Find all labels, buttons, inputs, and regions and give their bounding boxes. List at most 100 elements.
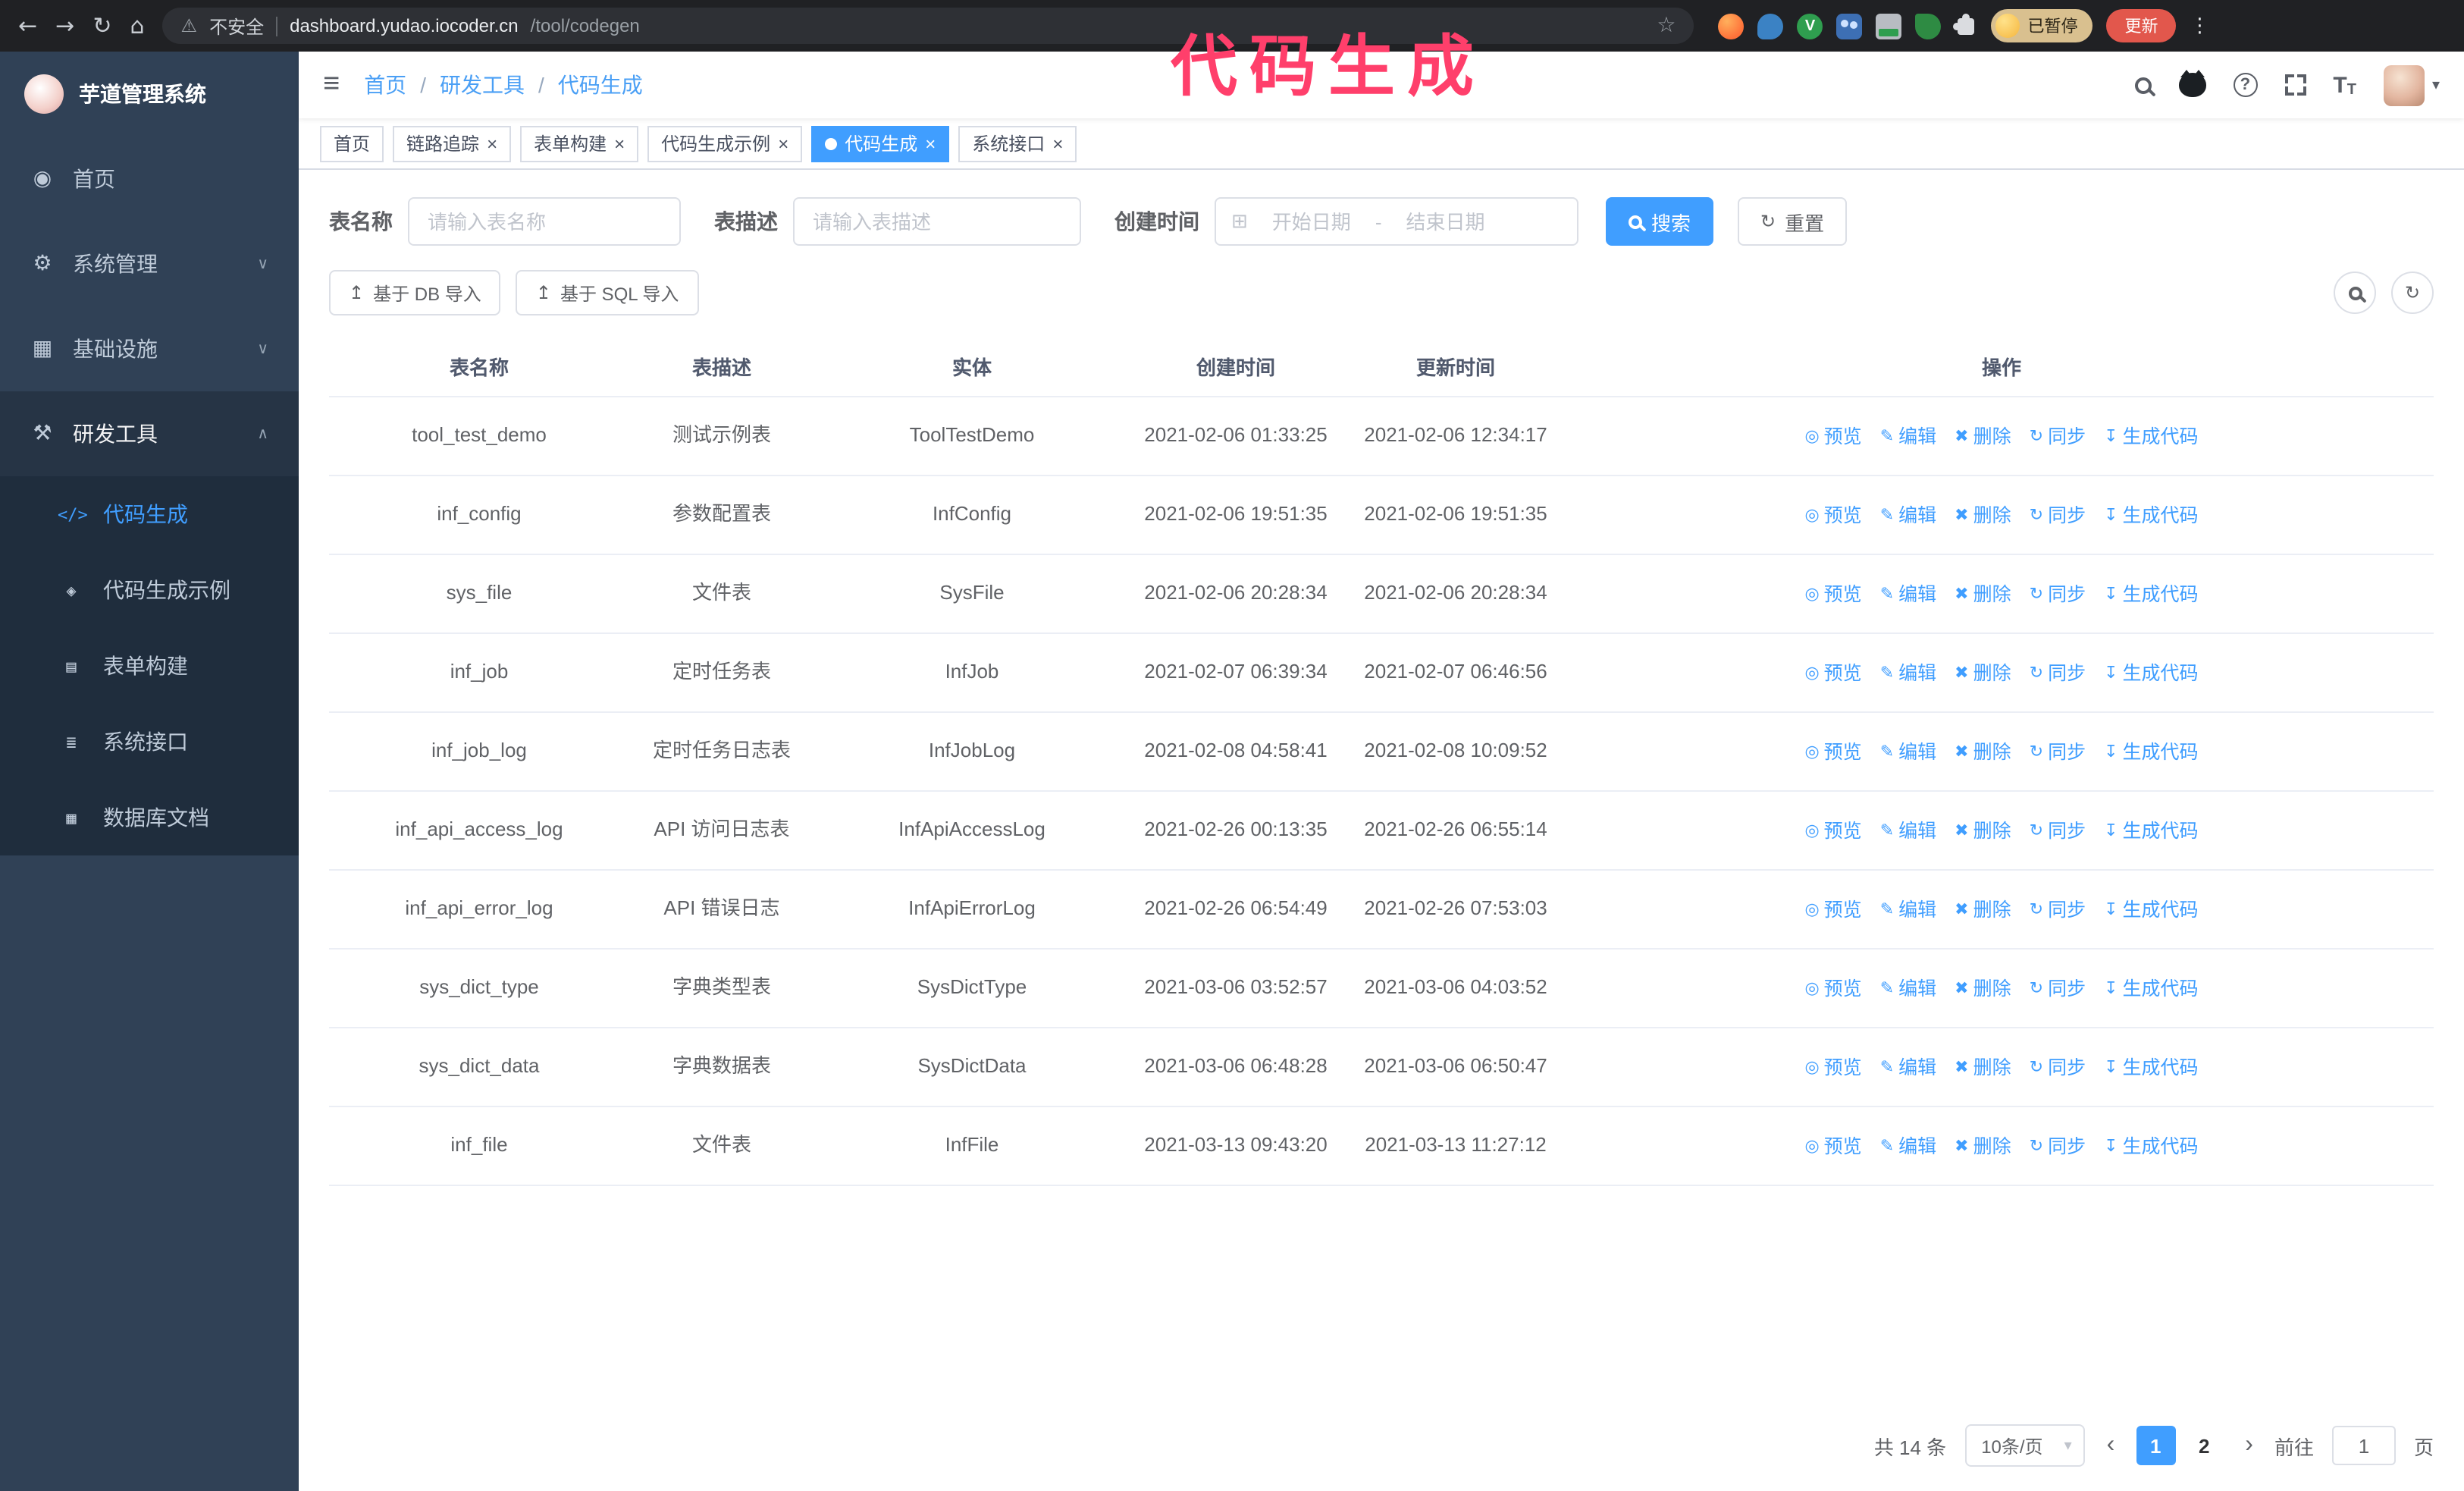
fullscreen-icon[interactable]	[2284, 74, 2306, 96]
sidebar-fold-icon[interactable]: ≡	[323, 68, 340, 102]
action-preview[interactable]: ◎ 预览	[1804, 739, 1861, 766]
browser-update-button[interactable]: 更新	[2106, 9, 2177, 42]
action-delete[interactable]: ✖ 删除	[1955, 975, 2011, 1003]
action-sync[interactable]: ↻ 同步	[2030, 818, 2086, 845]
sidebar-item-api[interactable]: ≣ 系统接口	[0, 704, 299, 780]
action-preview[interactable]: ◎ 预览	[1804, 423, 1861, 450]
reset-button[interactable]: ↻ 重置	[1738, 197, 1848, 246]
browser-reload-button[interactable]: ↻	[92, 14, 111, 37]
action-generate[interactable]: ↧ 生成代码	[2104, 660, 2198, 687]
action-sync[interactable]: ↻ 同步	[2030, 581, 2086, 608]
close-icon[interactable]: ×	[925, 134, 936, 152]
people-extension-icon[interactable]	[1836, 13, 1863, 39]
action-delete[interactable]: ✖ 删除	[1955, 739, 2011, 766]
action-sync[interactable]: ↻ 同步	[2030, 502, 2086, 529]
action-edit[interactable]: ✎ 编辑	[1880, 1133, 1936, 1160]
font-size-icon[interactable]: TT	[2333, 72, 2356, 98]
action-edit[interactable]: ✎ 编辑	[1880, 502, 1936, 529]
sidebar-item-system[interactable]: ⚙ 系统管理 ∨	[0, 221, 299, 306]
action-preview[interactable]: ◎ 预览	[1804, 818, 1861, 845]
table-name-input[interactable]	[408, 197, 681, 246]
extensions-puzzle-icon[interactable]	[1953, 13, 1975, 34]
search-button[interactable]: 搜索	[1606, 197, 1714, 246]
action-edit[interactable]: ✎ 编辑	[1880, 975, 1936, 1003]
action-delete[interactable]: ✖ 删除	[1955, 818, 2011, 845]
sidebar-item-codegen-example[interactable]: ◈ 代码生成示例	[0, 552, 299, 628]
help-icon[interactable]: ?	[2233, 73, 2258, 97]
end-date-input[interactable]	[1390, 210, 1500, 233]
sidebar-item-devtools[interactable]: ⚒ 研发工具 ∧	[0, 391, 299, 476]
action-delete[interactable]: ✖ 删除	[1955, 1054, 2011, 1081]
user-menu[interactable]: ▾	[2383, 64, 2440, 105]
github-icon[interactable]	[2178, 70, 2206, 97]
sidebar-item-infra[interactable]: ▦ 基础设施 ∨	[0, 306, 299, 391]
action-preview[interactable]: ◎ 预览	[1804, 581, 1861, 608]
action-sync[interactable]: ↻ 同步	[2030, 423, 2086, 450]
green-v-extension-icon[interactable]: V	[1797, 13, 1823, 39]
breadcrumb-devtools[interactable]: 研发工具	[440, 70, 525, 100]
browser-forward-button[interactable]: →	[55, 14, 74, 37]
action-sync[interactable]: ↻ 同步	[2030, 1054, 2086, 1081]
page-1-button[interactable]: 1	[2136, 1426, 2176, 1465]
page-2-button[interactable]: 2	[2184, 1426, 2224, 1465]
action-delete[interactable]: ✖ 删除	[1955, 423, 2011, 450]
browser-menu-icon[interactable]: ⋮	[2190, 14, 2210, 38]
action-preview[interactable]: ◎ 预览	[1804, 975, 1861, 1003]
action-generate[interactable]: ↧ 生成代码	[2104, 739, 2198, 766]
tab-form-build[interactable]: 表单构建 ×	[520, 125, 639, 162]
browser-home-button[interactable]: ⌂	[130, 14, 144, 37]
close-icon[interactable]: ×	[1052, 134, 1063, 152]
card-extension-icon[interactable]	[1876, 13, 1902, 39]
tab-codegen-example[interactable]: 代码生成示例 ×	[647, 125, 803, 162]
close-icon[interactable]: ×	[487, 134, 497, 152]
import-db-button[interactable]: ↥ 基于 DB 导入	[329, 270, 501, 315]
toggle-search-button[interactable]	[2334, 272, 2376, 314]
fox-extension-icon[interactable]	[1718, 13, 1745, 39]
action-delete[interactable]: ✖ 删除	[1955, 581, 2011, 608]
action-generate[interactable]: ↧ 生成代码	[2104, 581, 2198, 608]
bookmark-star-icon[interactable]: ☆	[1657, 14, 1676, 38]
action-edit[interactable]: ✎ 编辑	[1880, 660, 1936, 687]
tab-home[interactable]: 首页	[320, 125, 384, 162]
browser-profile-chip[interactable]: 已暂停	[1991, 9, 2093, 42]
tab-codegen[interactable]: 代码生成 ×	[811, 125, 950, 162]
action-generate[interactable]: ↧ 生成代码	[2104, 975, 2198, 1003]
action-sync[interactable]: ↻ 同步	[2030, 896, 2086, 924]
next-page-button[interactable]: ›	[2242, 1433, 2256, 1458]
refresh-table-button[interactable]: ↻	[2391, 272, 2434, 314]
action-delete[interactable]: ✖ 删除	[1955, 660, 2011, 687]
action-generate[interactable]: ↧ 生成代码	[2104, 1133, 2198, 1160]
action-delete[interactable]: ✖ 删除	[1955, 896, 2011, 924]
action-edit[interactable]: ✎ 编辑	[1880, 739, 1936, 766]
create-time-range-picker[interactable]: ⊞ -	[1215, 197, 1578, 246]
tab-trace[interactable]: 链路追踪 ×	[393, 125, 512, 162]
breadcrumb-home[interactable]: 首页	[364, 70, 406, 100]
start-date-input[interactable]	[1256, 210, 1366, 233]
action-generate[interactable]: ↧ 生成代码	[2104, 896, 2198, 924]
sidebar-logo-row[interactable]: 芋道管理系统	[0, 52, 299, 137]
page-size-select[interactable]: 10条/页 ▾	[1964, 1424, 2086, 1467]
action-preview[interactable]: ◎ 预览	[1804, 1133, 1861, 1160]
action-sync[interactable]: ↻ 同步	[2030, 660, 2086, 687]
action-edit[interactable]: ✎ 编辑	[1880, 1054, 1936, 1081]
action-sync[interactable]: ↻ 同步	[2030, 1133, 2086, 1160]
action-preview[interactable]: ◎ 预览	[1804, 502, 1861, 529]
action-edit[interactable]: ✎ 编辑	[1880, 818, 1936, 845]
import-sql-button[interactable]: ↥ 基于 SQL 导入	[516, 270, 699, 315]
tab-api[interactable]: 系统接口 ×	[958, 125, 1077, 162]
action-edit[interactable]: ✎ 编辑	[1880, 423, 1936, 450]
sidebar-item-db-doc[interactable]: ▦ 数据库文档	[0, 780, 299, 855]
action-edit[interactable]: ✎ 编辑	[1880, 581, 1936, 608]
action-generate[interactable]: ↧ 生成代码	[2104, 502, 2198, 529]
action-sync[interactable]: ↻ 同步	[2030, 975, 2086, 1003]
action-preview[interactable]: ◎ 预览	[1804, 1054, 1861, 1081]
action-edit[interactable]: ✎ 编辑	[1880, 896, 1936, 924]
action-delete[interactable]: ✖ 删除	[1955, 1133, 2011, 1160]
action-generate[interactable]: ↧ 生成代码	[2104, 818, 2198, 845]
sidebar-item-codegen[interactable]: </> 代码生成	[0, 476, 299, 552]
close-icon[interactable]: ×	[778, 134, 788, 152]
sidebar-item-home[interactable]: ◉ 首页	[0, 137, 299, 221]
action-generate[interactable]: ↧ 生成代码	[2104, 1054, 2198, 1081]
drop-extension-icon[interactable]	[1757, 13, 1784, 39]
browser-back-button[interactable]: ←	[18, 14, 37, 37]
